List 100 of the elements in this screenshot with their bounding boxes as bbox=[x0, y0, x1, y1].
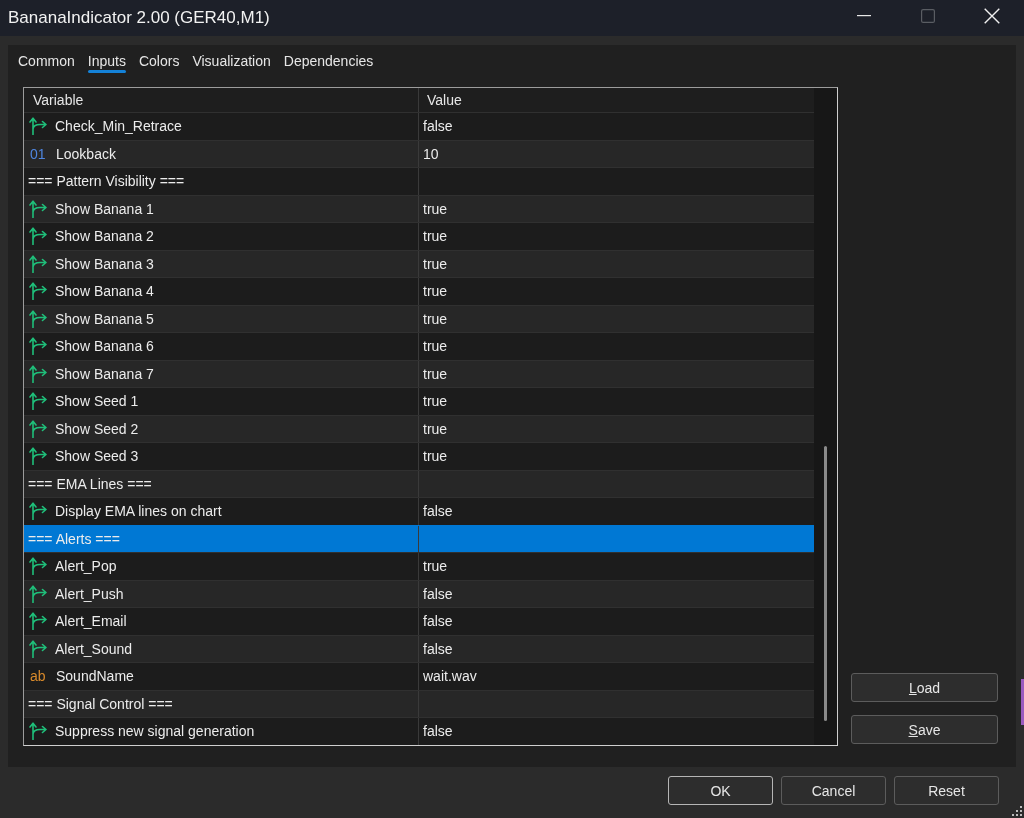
branch-arrow-icon bbox=[29, 254, 47, 273]
branch-arrow-icon bbox=[29, 282, 47, 301]
variable-value[interactable]: true bbox=[423, 200, 448, 217]
table-row[interactable]: Show Banana 2 true bbox=[24, 222, 814, 250]
maximize-icon bbox=[921, 9, 935, 23]
variable-value[interactable]: true bbox=[423, 310, 448, 327]
section-heading: === EMA Lines === bbox=[28, 475, 152, 492]
variable-name: Alert_Push bbox=[55, 585, 124, 602]
variable-name: Show Seed 1 bbox=[55, 393, 139, 410]
tab[interactable]: Inputs bbox=[81, 47, 133, 73]
side-button[interactable]: Save bbox=[851, 715, 998, 744]
table-row[interactable]: Show Banana 5 true bbox=[24, 304, 814, 332]
dialog-button[interactable]: OK bbox=[668, 776, 773, 805]
branch-arrow-icon bbox=[29, 392, 47, 411]
variable-value[interactable]: false bbox=[423, 723, 453, 740]
branch-arrow-icon bbox=[29, 639, 47, 658]
tab[interactable]: Dependencies bbox=[277, 47, 381, 73]
table-row[interactable]: Alert_Sound false bbox=[24, 634, 814, 662]
table-row[interactable]: Show Banana 3 true bbox=[24, 249, 814, 277]
variable-value[interactable]: false bbox=[423, 503, 453, 520]
variable-value[interactable]: false bbox=[423, 118, 453, 135]
variable-name: Show Banana 7 bbox=[55, 365, 154, 382]
side-button[interactable]: Load bbox=[851, 673, 998, 702]
branch-arrow-icon bbox=[29, 419, 47, 438]
table-row[interactable]: 01 Lookback 10 bbox=[24, 139, 814, 167]
table-row[interactable]: === EMA Lines === bbox=[24, 469, 814, 497]
table-row[interactable]: Suppress new signal generation false bbox=[24, 717, 814, 745]
variable-value[interactable]: true bbox=[423, 283, 448, 300]
table-row[interactable]: Alert_Email false bbox=[24, 607, 814, 635]
variable-value[interactable]: true bbox=[423, 448, 448, 465]
variable-name: SoundName bbox=[56, 668, 134, 685]
variable-name: Show Banana 1 bbox=[55, 200, 154, 217]
variable-name: Check_Min_Retrace bbox=[55, 118, 182, 135]
table-row[interactable]: Show Seed 1 true bbox=[24, 387, 814, 415]
section-heading: === Pattern Visibility === bbox=[28, 173, 185, 190]
table-row[interactable]: === Pattern Visibility === bbox=[24, 167, 814, 195]
variable-value[interactable]: false bbox=[423, 640, 453, 657]
variable-value[interactable]: true bbox=[423, 228, 448, 245]
scrollbar-thumb[interactable] bbox=[824, 446, 827, 721]
window-title: BananaIndicator 2.00 (GER40,M1) bbox=[7, 8, 270, 28]
branch-arrow-icon bbox=[29, 199, 47, 218]
variable-name: Lookback bbox=[56, 145, 116, 162]
variable-name: Alert_Pop bbox=[55, 558, 117, 575]
branch-arrow-icon bbox=[29, 227, 47, 246]
column-header: Variable bbox=[32, 92, 85, 108]
variable-name: Suppress new signal generation bbox=[55, 723, 255, 740]
branch-arrow-icon bbox=[29, 502, 47, 521]
variable-value[interactable]: true bbox=[423, 420, 448, 437]
string-type-icon: ab bbox=[30, 668, 49, 685]
table-row[interactable]: Show Banana 7 true bbox=[24, 359, 814, 387]
variable-value[interactable]: true bbox=[423, 558, 448, 575]
branch-arrow-icon bbox=[29, 447, 47, 466]
variable-value[interactable]: true bbox=[423, 365, 448, 382]
tab[interactable]: Colors bbox=[132, 47, 187, 73]
branch-arrow-icon bbox=[29, 364, 47, 383]
variable-name: Show Banana 3 bbox=[55, 255, 154, 272]
tab[interactable]: Common bbox=[12, 47, 82, 73]
variable-value[interactable]: wait.wav bbox=[423, 668, 477, 685]
variable-name: Alert_Sound bbox=[55, 640, 133, 657]
variable-value[interactable]: false bbox=[423, 585, 453, 602]
branch-arrow-icon bbox=[29, 117, 47, 136]
table-row[interactable]: Check_Min_Retrace false bbox=[24, 112, 814, 140]
variable-name: Show Seed 3 bbox=[55, 448, 139, 465]
dialog-button[interactable]: Cancel bbox=[781, 776, 886, 805]
variable-name: Display EMA lines on chart bbox=[55, 503, 222, 520]
close-icon bbox=[984, 8, 1000, 24]
table-row[interactable]: Show Banana 6 true bbox=[24, 332, 814, 360]
variable-value[interactable]: true bbox=[423, 393, 448, 410]
table-row[interactable]: Alert_Pop true bbox=[24, 552, 814, 580]
variable-value[interactable]: true bbox=[423, 255, 448, 272]
branch-arrow-icon bbox=[29, 612, 47, 631]
tab[interactable]: Visualization bbox=[186, 47, 278, 73]
table-row[interactable]: === Alerts === bbox=[24, 524, 814, 552]
variable-name: Show Seed 2 bbox=[55, 420, 139, 437]
branch-arrow-icon bbox=[29, 309, 47, 328]
branch-arrow-icon bbox=[29, 722, 47, 741]
section-heading: === Alerts === bbox=[28, 530, 120, 547]
table-row[interactable]: Alert_Push false bbox=[24, 579, 814, 607]
table-row[interactable]: Show Seed 2 true bbox=[24, 414, 814, 442]
table-row[interactable]: === Signal Control === bbox=[24, 689, 814, 717]
variable-value[interactable]: 10 bbox=[423, 145, 439, 162]
table-row[interactable]: Show Seed 3 true bbox=[24, 442, 814, 470]
branch-arrow-icon bbox=[29, 584, 47, 603]
variable-name: Show Banana 4 bbox=[55, 283, 154, 300]
section-heading: === Signal Control === bbox=[28, 695, 173, 712]
table-row[interactable]: Display EMA lines on chart false bbox=[24, 497, 814, 525]
branch-arrow-icon bbox=[29, 557, 47, 576]
variable-name: Show Banana 6 bbox=[55, 338, 154, 355]
branch-arrow-icon bbox=[29, 337, 47, 356]
variable-value[interactable]: false bbox=[423, 613, 453, 630]
resize-grip-icon[interactable] bbox=[1012, 806, 1022, 816]
variable-name: Show Banana 5 bbox=[55, 310, 154, 327]
variable-value[interactable]: true bbox=[423, 338, 448, 355]
variable-name: Alert_Email bbox=[55, 613, 127, 630]
dialog-button[interactable]: Reset bbox=[894, 776, 999, 805]
table-row[interactable]: ab SoundName wait.wav bbox=[24, 662, 814, 690]
integer-type-icon: 01 bbox=[30, 145, 49, 162]
table-row[interactable]: Show Banana 1 true bbox=[24, 194, 814, 222]
table-row[interactable]: Show Banana 4 true bbox=[24, 277, 814, 305]
accent-bar bbox=[1021, 679, 1024, 725]
